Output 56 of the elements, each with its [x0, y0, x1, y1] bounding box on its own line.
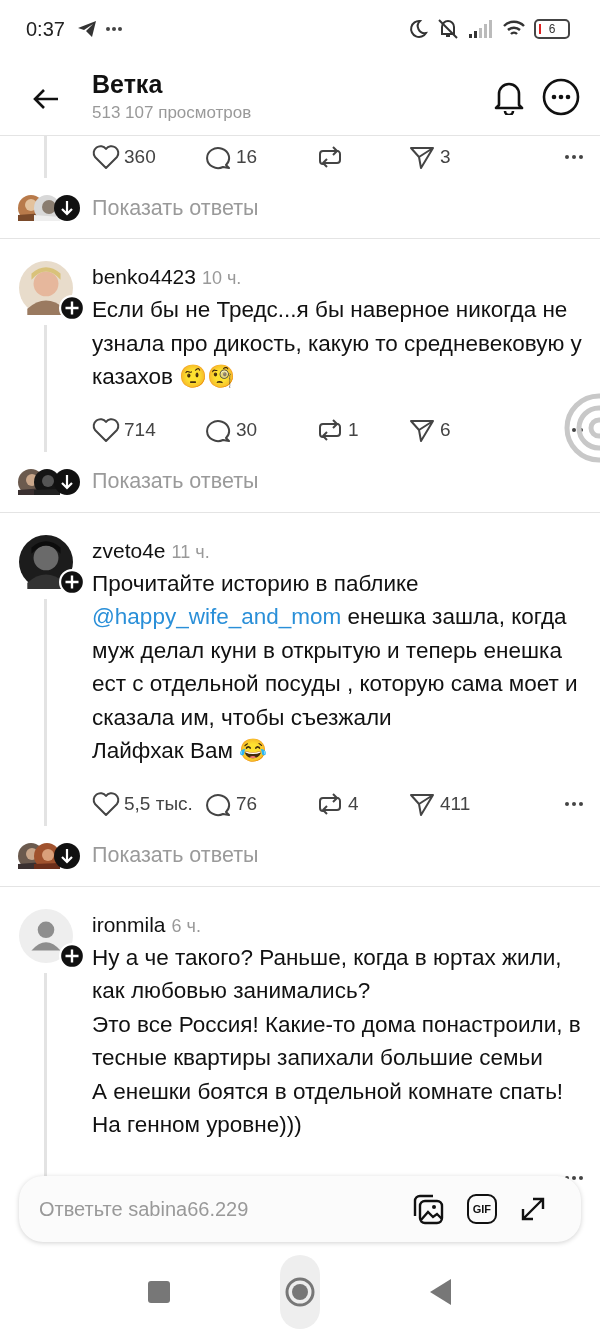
repost-icon	[316, 790, 344, 817]
repost-icon	[316, 416, 344, 443]
expand-replies-icon[interactable]	[54, 195, 80, 221]
more-icon[interactable]	[564, 800, 584, 807]
post-time: 11 ч.	[171, 541, 210, 563]
post-time: 6 ч.	[171, 915, 201, 937]
home-button[interactable]	[280, 1255, 320, 1329]
more-icon[interactable]	[564, 1174, 584, 1181]
battery-indicator: 6	[534, 19, 570, 39]
follow-plus-icon[interactable]	[59, 942, 85, 969]
expand-replies-icon[interactable]	[54, 842, 80, 869]
follow-plus-icon[interactable]	[59, 295, 85, 321]
post-text: Прочитайте историю в паблике @happy_wife_and_mom енешка зашла, когда муж делал куни в открытую и теперь енешка ест с отдельной посуды , которую сама моет и сказала им, чтобы съезжали Лайфхак Вам 😂	[92, 569, 579, 765]
view-count: 513 107 просмотров	[92, 103, 253, 123]
like-button[interactable]: 5,5 тыс.	[92, 790, 204, 817]
status-time: 0:37	[26, 17, 65, 41]
back-arrow-icon[interactable]	[32, 86, 60, 111]
home-icon	[284, 1276, 316, 1308]
repost-button[interactable]: 1	[316, 416, 408, 443]
post-text: Если бы не Тредс...я бы наверное никогда не узнала про дикость, какую то средневековую у казахов 🤨🧐	[92, 296, 583, 391]
username[interactable]: zveto4e	[92, 538, 166, 563]
more-icon[interactable]	[564, 154, 584, 160]
repost-button[interactable]: 4	[316, 790, 408, 817]
rings-icon	[564, 393, 600, 463]
speech-bubble-icon	[204, 144, 232, 170]
post-time: 10 ч.	[201, 268, 242, 289]
repost-icon	[316, 144, 344, 170]
share-button[interactable]: 6	[408, 416, 520, 443]
reply-button[interactable]: 76	[204, 790, 316, 817]
reply-button[interactable]: 30	[204, 416, 316, 443]
heart-icon	[92, 790, 120, 817]
expand-replies-icon[interactable]	[54, 468, 80, 495]
paper-plane-icon	[76, 20, 97, 38]
muted-bell-icon	[436, 18, 460, 40]
heart-icon	[92, 416, 120, 443]
paper-plane-icon	[408, 144, 436, 170]
gif-button[interactable]: GIF	[466, 1194, 497, 1224]
follow-plus-icon[interactable]	[59, 568, 85, 595]
page-title: Ветка	[92, 70, 164, 99]
username[interactable]: ironmila	[92, 912, 166, 937]
avatar-icon	[19, 908, 73, 963]
more-options-icon[interactable]	[542, 77, 580, 116]
signal-icon	[468, 20, 494, 38]
more-icon	[104, 26, 123, 32]
post-text: Ну а че такого? Раньше, когда в юртах жили, как любовью занимались? Это все Россия! Какие-то дома понастроили, в тесные квартиры запихали большие семьи А енешки боятся в отдельной комнате спать! На генном уровне)))	[92, 943, 582, 1139]
back-icon[interactable]	[430, 1279, 452, 1305]
reply-button[interactable]: 16	[204, 144, 316, 170]
expand-icon[interactable]	[519, 1195, 547, 1223]
share-button[interactable]: 411	[408, 790, 520, 817]
like-button[interactable]: 714	[92, 416, 204, 443]
reply-field[interactable]: Ответьте sabina66.229 GIF	[19, 1176, 581, 1242]
heart-icon	[92, 144, 120, 170]
username[interactable]: benko4423	[92, 265, 196, 289]
like-button[interactable]: 360	[92, 144, 204, 170]
share-button[interactable]: 3	[408, 144, 520, 170]
moon-icon	[408, 19, 428, 39]
